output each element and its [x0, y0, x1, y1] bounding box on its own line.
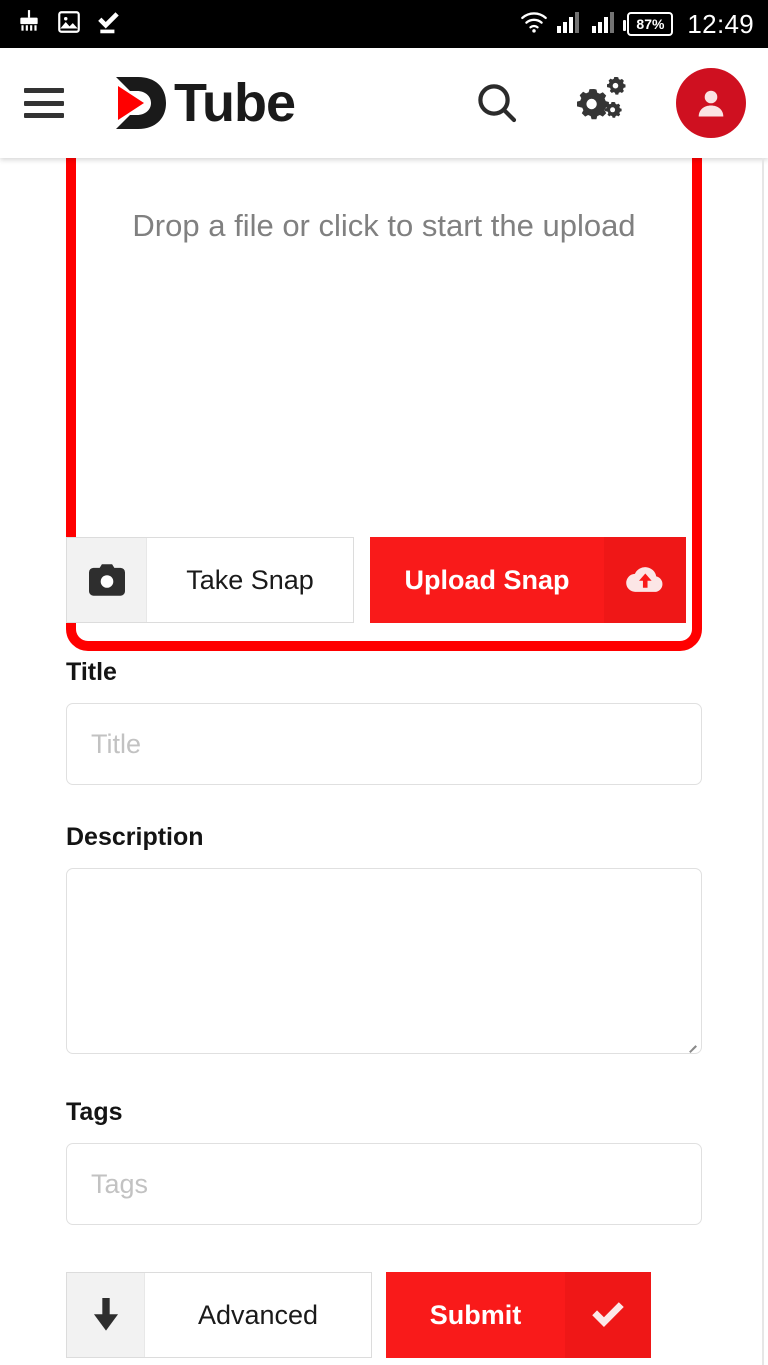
tags-label: Tags — [66, 1098, 123, 1126]
take-snap-label: Take Snap — [186, 564, 314, 595]
tags-field-group: Tags — [66, 1098, 702, 1225]
upload-snap-button[interactable]: Upload Snap — [370, 537, 686, 623]
app-screen: 87% 12:49 Tube Drop a file or click to s… — [0, 0, 768, 1365]
app-header: Tube — [0, 48, 768, 158]
page-scrollbar[interactable] — [762, 158, 764, 1365]
camera-icon — [67, 538, 147, 622]
status-bar-right-icons: 87% 12:49 — [520, 9, 754, 40]
take-snap-button[interactable]: Take Snap — [66, 537, 354, 623]
arrow-down-icon — [67, 1273, 145, 1357]
status-bar-clock: 12:49 — [687, 8, 754, 39]
action-button-row: Advanced Submit — [66, 1272, 702, 1358]
dtube-logo[interactable]: Tube — [112, 73, 296, 133]
hamburger-bar — [24, 113, 64, 118]
cogs-icon[interactable] — [572, 76, 630, 130]
description-wrapper — [66, 868, 702, 1054]
dtube-wordmark: Tube — [174, 73, 296, 133]
check-icon — [565, 1272, 651, 1358]
dtube-d-play-icon — [112, 74, 172, 132]
avatar[interactable] — [676, 68, 746, 138]
status-bar-left-icons — [16, 9, 122, 40]
battery-icon: 87% — [623, 12, 674, 36]
title-label: Title — [66, 658, 117, 686]
advanced-label: Advanced — [197, 1299, 319, 1330]
upload-snap-label: Upload Snap — [404, 564, 570, 595]
hamburger-bar — [24, 100, 64, 106]
cloud-upload-icon — [604, 537, 686, 623]
user-avatar-icon — [698, 90, 724, 117]
search-icon[interactable] — [470, 76, 524, 130]
snap-button-row: Take Snap Upload Snap — [66, 537, 702, 623]
title-field-group: Title — [66, 658, 702, 785]
hamburger-bar — [24, 88, 64, 93]
wifi-icon — [520, 10, 548, 39]
description-textarea[interactable] — [66, 868, 702, 1054]
brush-icon — [16, 9, 42, 40]
check-underline-icon — [96, 9, 122, 40]
advanced-button[interactable]: Advanced — [66, 1272, 372, 1358]
submit-button[interactable]: Submit — [386, 1272, 651, 1358]
upload-page-content: Drop a file or click to start the upload… — [0, 158, 768, 1365]
battery-percent-label: 87% — [636, 16, 665, 32]
status-bar: 87% 12:49 — [0, 0, 768, 48]
description-field-group: Description — [66, 823, 702, 1054]
signal-bars-sim2-icon — [592, 10, 618, 39]
tags-input[interactable] — [66, 1143, 702, 1225]
submit-label: Submit — [429, 1299, 522, 1330]
image-icon — [56, 9, 82, 40]
title-input[interactable] — [66, 703, 702, 785]
signal-bars-sim1-icon — [557, 10, 583, 39]
description-label: Description — [66, 823, 204, 851]
hamburger-menu-icon[interactable] — [24, 88, 64, 118]
